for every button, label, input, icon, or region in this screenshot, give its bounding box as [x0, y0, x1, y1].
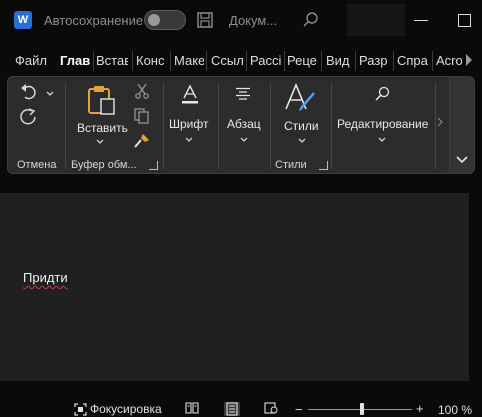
- styles-button-label[interactable]: Стили: [284, 119, 319, 133]
- group-divider: [331, 83, 332, 169]
- redo-icon[interactable]: [20, 108, 38, 126]
- paste-button-label[interactable]: Вставить: [77, 121, 128, 135]
- tab-insert[interactable]: Встав: [96, 44, 128, 72]
- search-icon[interactable]: [302, 11, 320, 29]
- group-divider: [65, 83, 66, 169]
- font-dropdown-icon[interactable]: [185, 137, 193, 143]
- undo-icon[interactable]: [20, 84, 38, 100]
- read-mode-icon[interactable]: [185, 402, 199, 414]
- tab-divider: [93, 51, 94, 71]
- editing-dropdown-icon[interactable]: [378, 137, 386, 143]
- zoom-in-button[interactable]: +: [416, 401, 424, 416]
- tab-design[interactable]: Конс: [136, 44, 168, 72]
- font-color-icon[interactable]: [181, 85, 199, 105]
- cut-icon[interactable]: [135, 83, 149, 99]
- find-icon[interactable]: [374, 86, 390, 102]
- tab-acrobat[interactable]: Acro: [436, 44, 462, 72]
- zoom-out-button[interactable]: −: [295, 402, 303, 417]
- focus-icon: [74, 402, 87, 416]
- restore-button[interactable]: [448, 4, 480, 36]
- document-page[interactable]: [0, 193, 469, 381]
- tab-divider: [284, 51, 285, 71]
- collapse-ribbon-icon[interactable]: [455, 154, 469, 166]
- tabs-scroll-right-icon[interactable]: [464, 53, 474, 67]
- tab-divider: [132, 51, 133, 71]
- group-divider: [435, 83, 436, 169]
- editing-button-label[interactable]: Редактирование: [337, 117, 428, 131]
- font-button-label[interactable]: Шрифт: [169, 117, 208, 131]
- tab-help[interactable]: Спра: [397, 44, 430, 72]
- tab-file[interactable]: Файл: [15, 44, 47, 72]
- zoom-level[interactable]: 100 %: [438, 403, 472, 417]
- clipboard-dialog-launcher-icon[interactable]: [149, 161, 158, 170]
- tab-layout[interactable]: Маке: [174, 44, 204, 72]
- undo-dropdown-icon[interactable]: [46, 91, 54, 97]
- autosave-toggle[interactable]: [144, 10, 186, 30]
- tab-home[interactable]: Глав: [60, 44, 90, 72]
- group-divider: [163, 83, 164, 169]
- word-logo-icon: W: [14, 11, 32, 29]
- ribbon-scroll-right-icon[interactable]: [437, 117, 443, 127]
- tab-divider: [393, 51, 394, 71]
- group-divider: [218, 83, 219, 169]
- title-bar-spacer: [347, 4, 405, 36]
- document-text[interactable]: Придти: [23, 270, 68, 285]
- zoom-slider-thumb[interactable]: [360, 403, 364, 415]
- tab-divider: [246, 51, 247, 71]
- ribbon-panel: Отмена Вставить Буфер обм... Шрифт Абзац…: [7, 76, 475, 174]
- print-layout-icon[interactable]: [224, 402, 240, 416]
- tab-review[interactable]: Реце: [287, 44, 317, 72]
- tab-divider: [170, 51, 171, 71]
- tab-divider: [321, 51, 322, 71]
- tab-references[interactable]: Ссыл: [211, 44, 243, 72]
- tab-view[interactable]: Вид: [326, 44, 352, 72]
- tab-divider: [355, 51, 356, 71]
- autosave-label: Автосохранение: [44, 13, 144, 28]
- minimize-button[interactable]: [405, 4, 437, 36]
- toggle-knob: [148, 14, 160, 26]
- save-icon[interactable]: [196, 11, 214, 29]
- tab-mailings[interactable]: Рассі: [250, 44, 282, 72]
- undo-group-label: Отмена: [17, 159, 57, 171]
- vertical-scrollbar[interactable]: [470, 180, 482, 381]
- group-divider: [270, 83, 271, 169]
- focus-label: Фокусировка: [90, 402, 162, 416]
- tab-divider: [206, 51, 207, 71]
- status-bar: [0, 397, 482, 417]
- paragraph-dropdown-icon[interactable]: [240, 137, 248, 143]
- styles-icon[interactable]: [283, 83, 317, 113]
- focus-button[interactable]: Фокусировка: [74, 402, 162, 416]
- paste-icon[interactable]: [88, 85, 116, 115]
- tab-developer[interactable]: Разр: [359, 44, 390, 72]
- document-title[interactable]: Докум...: [229, 13, 277, 28]
- format-painter-icon[interactable]: [133, 133, 151, 149]
- styles-dropdown-icon[interactable]: [298, 138, 306, 144]
- restore-icon: [457, 13, 471, 27]
- web-layout-icon[interactable]: [264, 402, 278, 414]
- minimize-icon: [414, 19, 428, 21]
- paragraph-button-label[interactable]: Абзац: [227, 117, 261, 131]
- ribbon-tabs: Файл Глав Встав Конс Маке Ссыл Рассі Рец…: [0, 44, 482, 72]
- tab-divider: [432, 51, 433, 71]
- styles-group-label: Стили: [275, 159, 307, 171]
- paste-dropdown-icon[interactable]: [96, 139, 104, 145]
- copy-icon[interactable]: [134, 108, 150, 124]
- styles-dialog-launcher-icon[interactable]: [319, 161, 328, 170]
- title-bar: W Автосохранение Докум...: [0, 0, 482, 40]
- clipboard-group-label: Буфер обм...: [71, 159, 137, 171]
- paragraph-icon[interactable]: [235, 87, 251, 101]
